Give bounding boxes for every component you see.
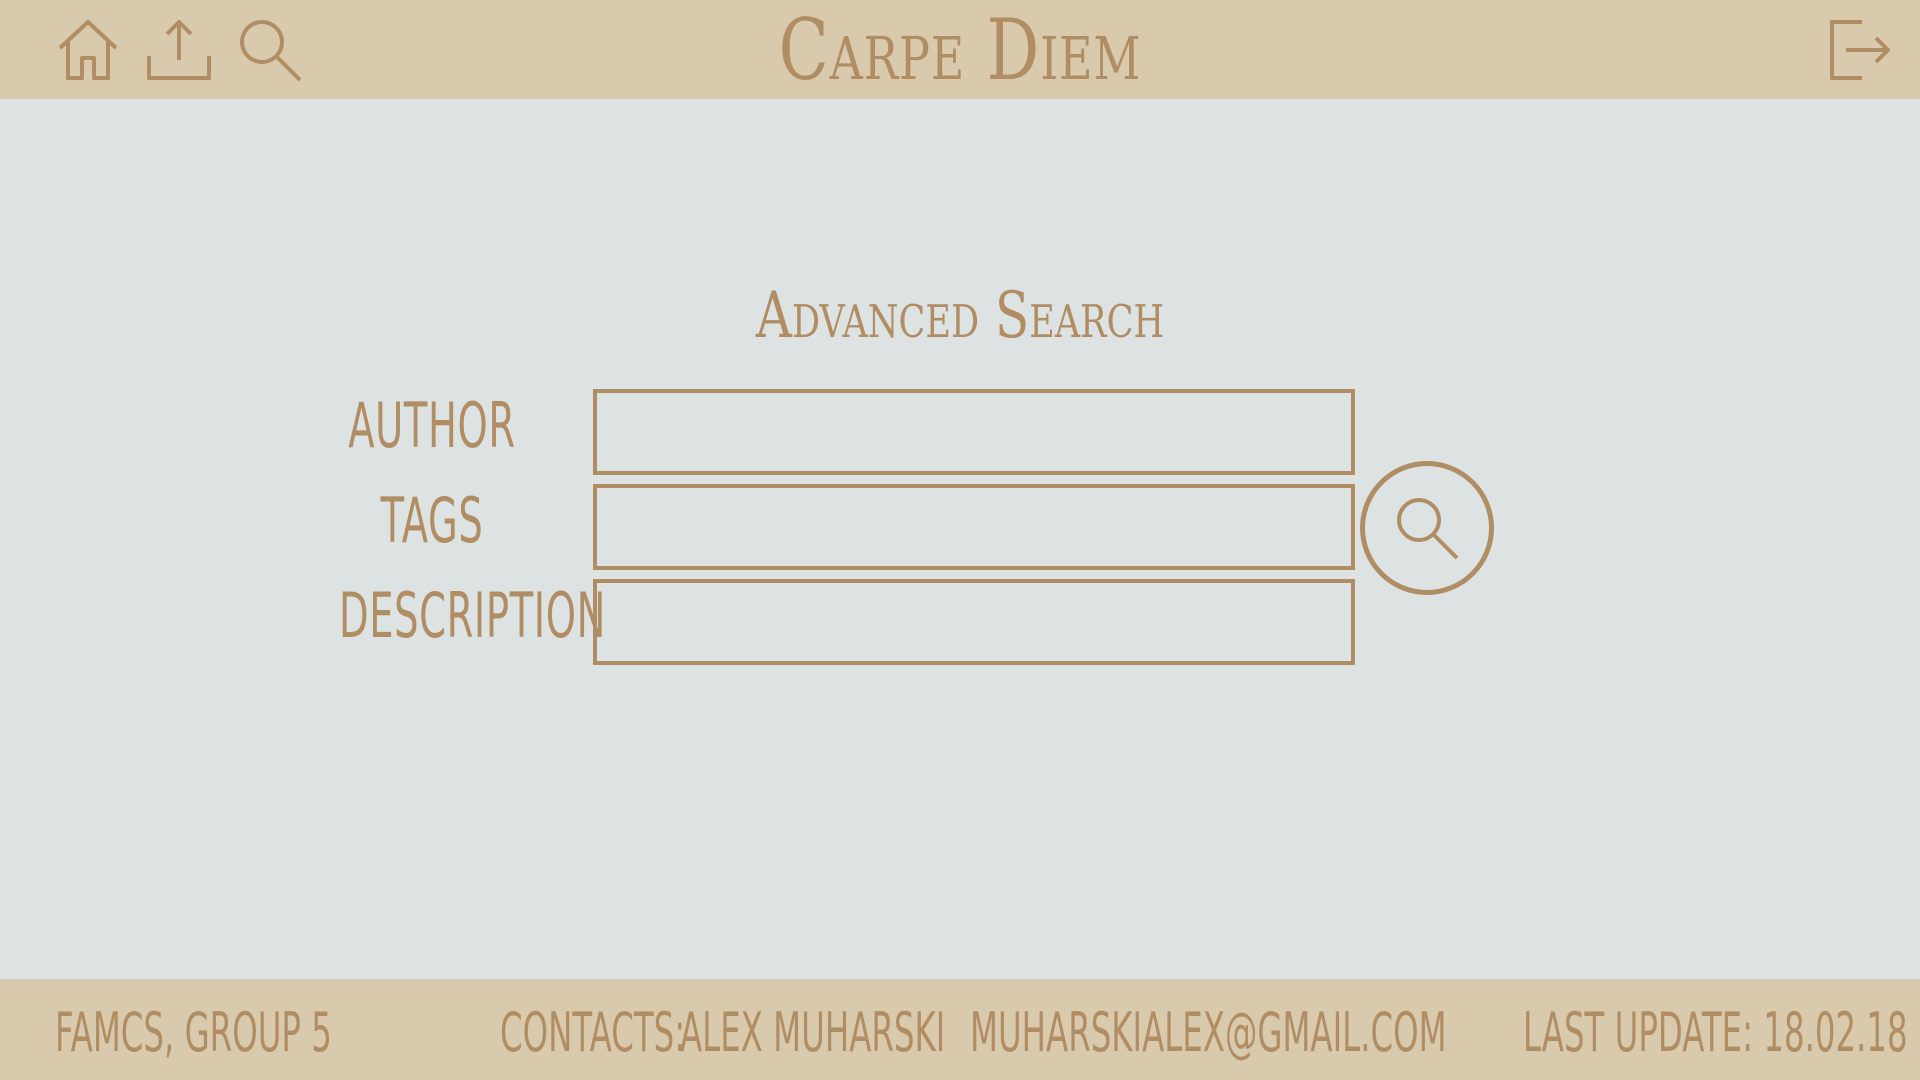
tags-input[interactable] [593, 484, 1355, 570]
upload-button[interactable] [143, 14, 215, 86]
app-title: Carpe Diem [778, 0, 1142, 99]
footer-last-update: last update: 18.02.18 [1523, 1001, 1908, 1064]
author-label: AUTHOR [348, 389, 516, 462]
description-label: DESCRIPTION [339, 579, 607, 652]
home-button[interactable] [52, 14, 124, 86]
form-title: Advanced Search [755, 279, 1165, 353]
description-input[interactable] [593, 579, 1355, 665]
main-content: Advanced Search AUTHOR TAGS DESCRIPTION [0, 99, 1920, 979]
search-nav-button[interactable] [234, 14, 306, 86]
author-input[interactable] [593, 389, 1355, 475]
search-icon [1397, 498, 1459, 560]
logout-button[interactable] [1822, 14, 1894, 86]
footer-contact-name: alex muharski [680, 1001, 946, 1064]
footer-bar: famcs, group 5 contacts: alex muharski m… [0, 979, 1920, 1080]
footer-contacts-label: contacts: [500, 1001, 686, 1064]
home-icon [58, 20, 118, 80]
upload-icon [147, 20, 211, 80]
header-bar: Carpe Diem [0, 0, 1920, 99]
search-icon [240, 20, 302, 82]
logout-icon [1830, 20, 1890, 80]
footer-email-link[interactable]: muharskialex@gmail.com [970, 1001, 1447, 1064]
advanced-search-submit-button[interactable] [1360, 461, 1494, 595]
tags-label: TAGS [380, 484, 484, 557]
footer-group: famcs, group 5 [55, 1001, 332, 1064]
